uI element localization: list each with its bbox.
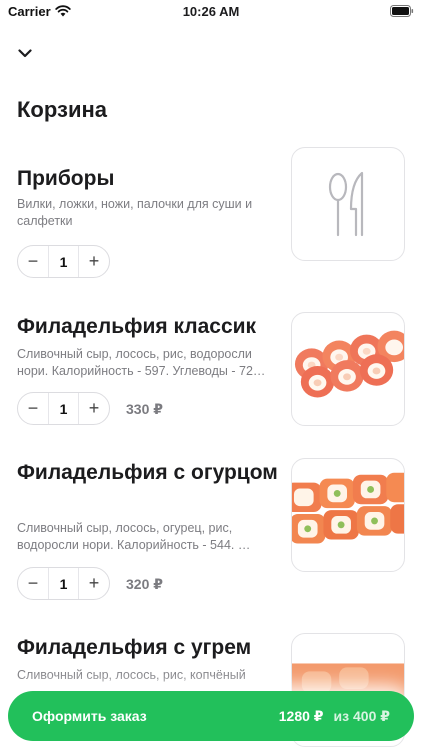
- item-description: Сливочный сыр, лосось, огурец, рис, водо…: [17, 521, 251, 552]
- item-price: 320 ₽: [126, 576, 163, 592]
- item-description: Сливочный сыр, лосось, рис, копчёный: [17, 668, 246, 682]
- increase-button[interactable]: +: [79, 393, 109, 424]
- quantity-value: 1: [48, 393, 79, 424]
- quantity-value: 1: [48, 568, 79, 599]
- checkout-minimum: из 400 ₽: [333, 707, 390, 724]
- item-image[interactable]: [291, 312, 405, 426]
- checkout-label: Оформить заказ: [32, 708, 147, 724]
- item-name: Приборы: [17, 167, 115, 190]
- item-name: Филадельфия классик: [17, 315, 257, 338]
- increase-button[interactable]: +: [79, 568, 109, 599]
- checkout-button[interactable]: Оформить заказ 1280 ₽ из 400 ₽: [8, 691, 414, 741]
- decrease-button[interactable]: −: [18, 246, 48, 277]
- quantity-stepper[interactable]: − 1 +: [17, 245, 110, 278]
- checkout-total: 1280 ₽: [278, 707, 324, 724]
- sushi-roll-photo: [292, 472, 404, 544]
- quantity-stepper[interactable]: − 1 +: [17, 567, 110, 600]
- item-image[interactable]: [291, 147, 405, 261]
- status-bar: Carrier 10:26 AM: [0, 0, 422, 24]
- page-title: Корзина: [17, 97, 107, 122]
- item-name: Филадельфия с угрем: [17, 636, 252, 659]
- cutlery-icon: [328, 171, 364, 237]
- sushi-roll-photo: [294, 330, 404, 398]
- battery-icon: [390, 5, 414, 17]
- status-time: 10:26 AM: [182, 4, 240, 19]
- item-image[interactable]: [291, 458, 405, 572]
- close-button[interactable]: [12, 42, 38, 64]
- quantity-stepper[interactable]: − 1 +: [17, 392, 110, 425]
- item-price: 330 ₽: [126, 401, 163, 417]
- item-description: Вилки, ложки, ножи, палочки для суши и с…: [17, 197, 253, 228]
- quantity-value: 1: [48, 246, 79, 277]
- decrease-button[interactable]: −: [18, 568, 48, 599]
- item-name: Филадельфия с огурцом: [17, 461, 278, 484]
- chevron-down-icon: [18, 48, 32, 57]
- decrease-button[interactable]: −: [18, 393, 48, 424]
- item-description: Сливочный сыр, лосось, рис, водоросли но…: [17, 347, 266, 378]
- increase-button[interactable]: +: [79, 246, 109, 277]
